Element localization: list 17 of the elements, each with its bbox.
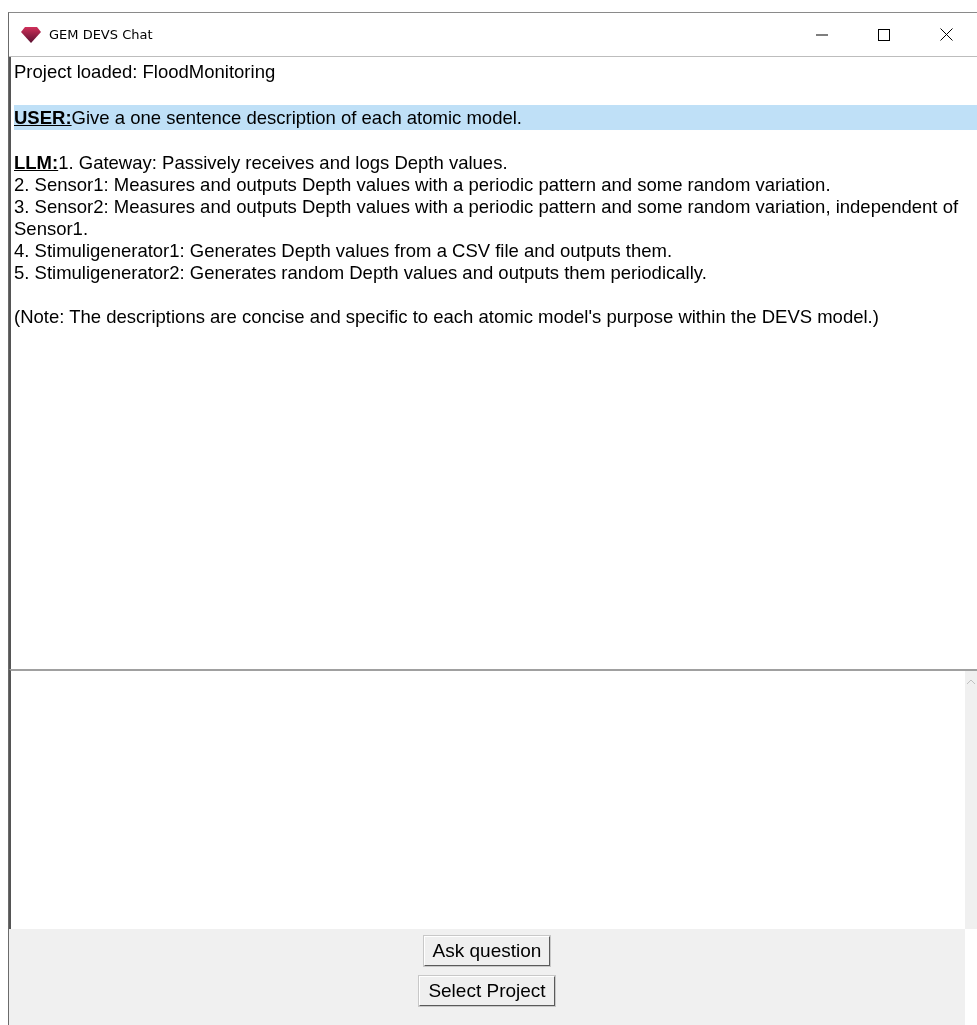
maximize-icon[interactable]: [878, 28, 890, 41]
gem-icon: [21, 26, 41, 43]
ask-question-button[interactable]: Ask question: [423, 936, 551, 966]
close-icon[interactable]: [939, 28, 953, 41]
speaker-label: USER:: [14, 107, 72, 129]
status-message: Project loaded: FloodMonitoring: [14, 61, 277, 83]
response-line: 4. Stimuligenerator1: Generates Depth values from a CSV file and outputs them.: [14, 240, 674, 262]
response-line: 3. Sensor2: Measures and outputs Depth values with a periodic pattern and some random variation, independent of Sensor1.: [14, 196, 960, 240]
response-line: 2. Sensor1: Measures and outputs Depth values with a periodic pattern and some random variation.: [14, 174, 832, 196]
response-line: 1. Gateway: Passively receives and logs Depth values.: [58, 152, 508, 173]
window-title: GEM DEVS Chat: [49, 27, 154, 42]
minimize-icon[interactable]: [816, 33, 828, 36]
select-project-button[interactable]: Select Project: [419, 976, 555, 1006]
message-text: Give a one sentence description of each atomic model.: [71, 107, 522, 129]
response-note: (Note: The descriptions are concise and specific to each atomic model's purpose within the DEVS model.): [14, 306, 880, 328]
response-line: 5. Stimuligenerator2: Generates random Depth values and outputs them periodically.: [14, 262, 708, 284]
speaker-label: LLM:: [14, 152, 59, 173]
